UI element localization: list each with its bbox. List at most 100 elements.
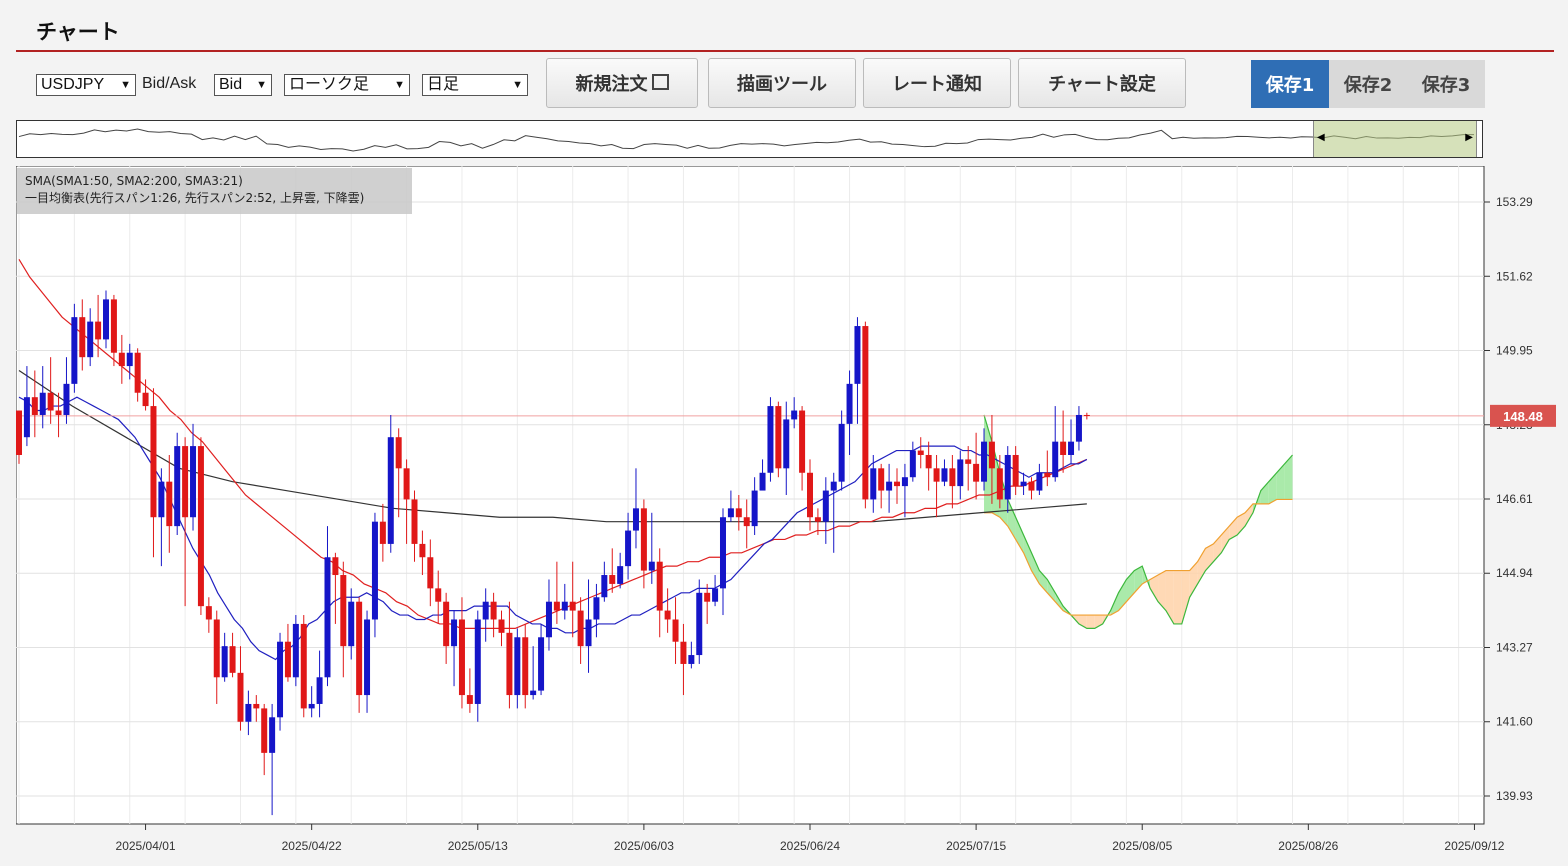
candle-body xyxy=(134,352,141,393)
bidask-label: Bid/Ask xyxy=(142,75,197,92)
candle-body xyxy=(965,459,972,464)
candle-body xyxy=(387,437,394,544)
candle-body xyxy=(822,490,829,522)
candlestick-chart[interactable]: 153.29151.62149.95148.28146.61144.94143.… xyxy=(16,166,1566,860)
candle-body xyxy=(47,392,54,411)
chart-settings-button[interactable]: チャート設定 xyxy=(1018,58,1186,108)
page-title: チャート xyxy=(36,20,120,44)
candle-body xyxy=(957,459,964,487)
period-select[interactable]: 日足 ▼ xyxy=(422,74,528,96)
candle-body xyxy=(142,392,149,407)
toolbar: USDJPY ▼ Bid/Ask Bid ▼ ローソク足 ▼ 日足 ▼ 新規注文… xyxy=(36,58,1496,110)
symbol-select-value: USDJPY xyxy=(41,76,105,93)
candle-body xyxy=(419,543,426,558)
chevron-down-icon: ▼ xyxy=(512,79,523,91)
candle-body xyxy=(1075,414,1082,442)
drawing-tool-button[interactable]: 描画ツール xyxy=(708,58,856,108)
candle-body xyxy=(625,530,632,567)
candle-body xyxy=(933,468,940,482)
current-price-label: 148.48 xyxy=(1503,409,1543,424)
x-tick-label: 2025/05/13 xyxy=(448,839,508,853)
candle-body xyxy=(451,619,458,647)
save2-label: 保存2 xyxy=(1343,75,1393,96)
candle-body xyxy=(917,450,924,455)
candle-body xyxy=(1052,441,1059,478)
candle-body xyxy=(269,717,276,753)
scroll-right-icon[interactable]: ▶ xyxy=(1465,132,1473,143)
candle-body xyxy=(261,708,268,753)
navigator-price-line xyxy=(18,128,1475,152)
navigator-window[interactable]: ◀ ▶ xyxy=(1313,121,1477,157)
candle-body xyxy=(522,637,529,696)
candle-body xyxy=(704,592,711,602)
candle-body xyxy=(719,517,726,589)
y-tick-label: 141.60 xyxy=(1496,715,1533,729)
y-tick-label: 149.95 xyxy=(1496,344,1533,358)
candle-body xyxy=(553,601,560,611)
chart-type-select-value: ローソク足 xyxy=(289,76,370,93)
candle-body xyxy=(981,441,988,482)
candle-body xyxy=(712,588,719,602)
period-select-value: 日足 xyxy=(427,76,460,93)
candle-body xyxy=(284,641,291,678)
candle-body xyxy=(371,521,378,620)
candle-body xyxy=(158,481,165,518)
save1-tab[interactable]: 保存1 xyxy=(1251,60,1329,108)
candle-body xyxy=(941,468,948,482)
chart-type-select[interactable]: ローソク足 ▼ xyxy=(284,74,410,96)
candle-body xyxy=(324,557,331,678)
candle-body xyxy=(237,672,244,722)
title-bar: チャート xyxy=(16,8,1554,52)
candle-body xyxy=(395,437,402,469)
scroll-left-icon[interactable]: ◀ xyxy=(1317,132,1325,143)
candle-body xyxy=(458,619,465,696)
candle-body xyxy=(530,690,537,696)
save2-tab[interactable]: 保存2 xyxy=(1329,60,1407,108)
x-tick-label: 2025/09/12 xyxy=(1444,839,1504,853)
chevron-down-icon: ▼ xyxy=(120,79,131,91)
candle-body xyxy=(79,317,86,358)
candle-body xyxy=(466,695,473,704)
candle-body xyxy=(767,406,774,473)
rate-alert-button[interactable]: レート通知 xyxy=(863,58,1011,108)
candle-body xyxy=(909,450,916,478)
candle-body xyxy=(1012,454,1019,487)
candle-body xyxy=(427,557,434,589)
candle-body xyxy=(308,703,315,709)
candle-body xyxy=(949,468,956,487)
x-tick-label: 2025/04/22 xyxy=(282,839,342,853)
chart-settings-label: チャート設定 xyxy=(1048,74,1156,95)
candle-body xyxy=(103,299,110,340)
candle-body xyxy=(213,619,220,678)
candle-body xyxy=(862,326,869,500)
candle-body xyxy=(39,392,46,415)
candle-body xyxy=(830,481,837,491)
y-tick-label: 151.62 xyxy=(1496,269,1533,283)
y-tick-label: 139.93 xyxy=(1496,789,1533,803)
save3-tab[interactable]: 保存3 xyxy=(1407,60,1485,108)
candle-body xyxy=(498,619,505,633)
candle-body xyxy=(245,703,252,722)
candle-body xyxy=(110,299,117,353)
navigator-line xyxy=(18,128,1475,152)
candle-body xyxy=(585,619,592,647)
y-tick-label: 146.61 xyxy=(1496,492,1533,506)
new-order-button[interactable]: 新規注文 xyxy=(546,58,698,108)
candle-body xyxy=(577,610,584,647)
candle-body xyxy=(1068,441,1075,455)
chevron-down-icon: ▼ xyxy=(256,79,267,91)
candle-body xyxy=(316,677,323,704)
rate-alert-label: レート通知 xyxy=(892,74,982,95)
candle-body xyxy=(443,601,450,647)
navigator-overview[interactable]: ◀ ▶ xyxy=(16,120,1483,158)
bidask-select[interactable]: Bid ▼ xyxy=(214,74,272,96)
candle-body xyxy=(838,423,845,482)
candle-body xyxy=(688,655,695,664)
candle-body xyxy=(743,517,750,527)
candle-body xyxy=(925,454,932,469)
candle-body xyxy=(759,472,766,491)
x-tick-label: 2025/07/15 xyxy=(946,839,1006,853)
symbol-select[interactable]: USDJPY ▼ xyxy=(36,74,136,96)
candle-body xyxy=(886,481,893,491)
candle-body xyxy=(894,481,901,487)
